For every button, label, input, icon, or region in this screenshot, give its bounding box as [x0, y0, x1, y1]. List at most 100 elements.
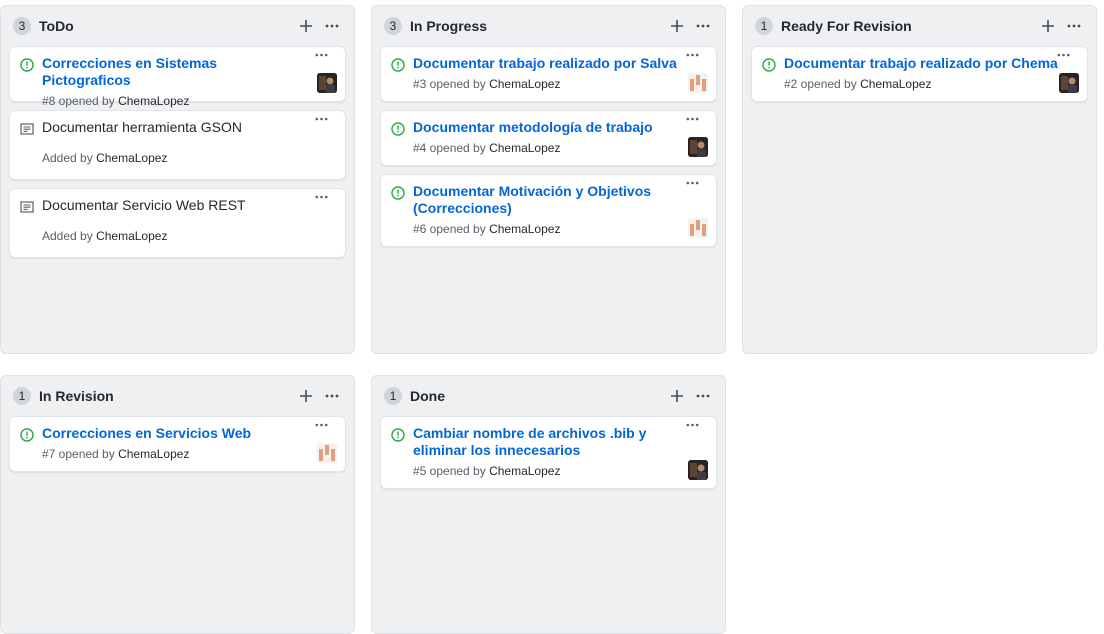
column-done: 1 Done Cambiar nombre de archivos .bib y… — [371, 375, 726, 634]
issue-opened-icon — [20, 428, 34, 442]
card-title-link[interactable]: Documentar trabajo realizado por Salva — [413, 55, 680, 72]
column-in-progress: 3 In Progress Documentar trabajo realiza… — [371, 5, 726, 354]
card-menu-button[interactable] — [311, 195, 331, 207]
column-count-badge: 1 — [384, 387, 402, 405]
kebab-horizontal-icon — [1067, 24, 1081, 28]
column-title: Done — [410, 388, 445, 404]
card-meta: #6 opened by ChemaLopez — [413, 221, 680, 237]
card-number: #6 opened by — [413, 222, 486, 236]
issue-card[interactable]: Documentar Motivación y Objetivos (Corre… — [380, 174, 717, 247]
card-menu-button[interactable] — [682, 423, 702, 435]
issue-card[interactable]: Documentar trabajo realizado por Chema #… — [751, 46, 1088, 102]
avatar[interactable] — [317, 73, 337, 93]
card-number: #2 opened by — [784, 77, 857, 91]
issue-opened-icon — [391, 58, 405, 72]
card-menu-button[interactable] — [682, 117, 702, 129]
card-title: Documentar herramienta GSON — [42, 119, 242, 135]
add-card-button[interactable] — [665, 14, 689, 38]
card-meta: Added by ChemaLopez — [42, 228, 309, 244]
kebab-horizontal-icon — [315, 53, 327, 57]
issue-card[interactable]: Correcciones en Sistemas Pictograficos #… — [9, 46, 346, 108]
column-menu-button[interactable] — [1062, 14, 1086, 38]
card-number: #4 opened by — [413, 141, 486, 155]
kebab-horizontal-icon — [315, 117, 327, 121]
issue-opened-icon — [391, 122, 405, 136]
card-title-link[interactable]: Documentar trabajo realizado por Chema — [784, 55, 1058, 72]
column-title: ToDo — [39, 18, 74, 34]
card-number: #5 opened by — [413, 464, 486, 478]
card-meta: #8 opened by ChemaLopez — [42, 93, 309, 109]
avatar[interactable] — [688, 460, 708, 480]
kebab-horizontal-icon — [686, 117, 698, 121]
card-author-link[interactable]: ChemaLopez — [489, 141, 560, 155]
column-menu-button[interactable] — [320, 384, 344, 408]
kebab-horizontal-icon — [315, 423, 327, 427]
column-header: 3 ToDo — [1, 6, 354, 46]
issue-opened-icon — [391, 428, 405, 442]
column-count-badge: 3 — [384, 17, 402, 35]
add-card-button[interactable] — [665, 384, 689, 408]
card-number: #7 opened by — [42, 447, 115, 461]
card-author-link[interactable]: ChemaLopez — [489, 77, 560, 91]
issue-opened-icon — [391, 186, 405, 200]
card-meta: #3 opened by ChemaLopez — [413, 76, 680, 92]
column-menu-button[interactable] — [691, 14, 715, 38]
card-title-link[interactable]: Correcciones en Servicios Web — [42, 425, 309, 442]
column-menu-button[interactable] — [691, 384, 715, 408]
column-count-badge: 1 — [13, 387, 31, 405]
plus-icon — [300, 390, 312, 402]
column-in-revision: 1 In Revision Correcciones en Servicios … — [0, 375, 355, 634]
issue-card[interactable]: Documentar metodología de trabajo #4 ope… — [380, 110, 717, 166]
column-count-badge: 3 — [13, 17, 31, 35]
card-meta: #4 opened by ChemaLopez — [413, 140, 680, 156]
card-title-link[interactable]: Documentar metodología de trabajo — [413, 119, 680, 136]
kebab-horizontal-icon — [325, 24, 339, 28]
avatar[interactable] — [317, 443, 337, 463]
card-author-link[interactable]: ChemaLopez — [118, 94, 189, 108]
column-title: In Progress — [410, 18, 488, 34]
issue-card[interactable]: Correcciones en Servicios Web #7 opened … — [9, 416, 346, 472]
column-menu-button[interactable] — [320, 14, 344, 38]
avatar[interactable] — [1059, 73, 1079, 93]
card-menu-button[interactable] — [682, 53, 702, 65]
card-title-link[interactable]: Cambiar nombre de archivos .bib y elimin… — [413, 425, 680, 459]
column-todo: 3 ToDo Correcciones en Sistemas Pictogra… — [0, 5, 355, 354]
kebab-horizontal-icon — [696, 24, 710, 28]
add-card-button[interactable] — [294, 384, 318, 408]
note-card[interactable]: Documentar herramienta GSON Added by Che… — [9, 110, 346, 180]
card-menu-button[interactable] — [682, 181, 702, 193]
add-card-button[interactable] — [1036, 14, 1060, 38]
column-count-badge: 1 — [755, 17, 773, 35]
column-header: 1 Done — [372, 376, 725, 416]
card-author-link[interactable]: ChemaLopez — [96, 229, 167, 243]
card-author-link[interactable]: ChemaLopez — [489, 222, 560, 236]
card-author-link[interactable]: ChemaLopez — [489, 464, 560, 478]
card-title: Documentar Servicio Web REST — [42, 197, 246, 213]
note-card[interactable]: Documentar Servicio Web REST Added by Ch… — [9, 188, 346, 258]
card-meta: #5 opened by ChemaLopez — [413, 463, 680, 479]
issue-card[interactable]: Documentar trabajo realizado por Salva #… — [380, 46, 717, 102]
plus-icon — [1042, 20, 1054, 32]
kebab-horizontal-icon — [686, 181, 698, 185]
card-menu-button[interactable] — [1053, 53, 1073, 65]
plus-icon — [671, 390, 683, 402]
kebab-horizontal-icon — [686, 423, 698, 427]
column-header: 3 In Progress — [372, 6, 725, 46]
card-author-link[interactable]: ChemaLopez — [860, 77, 931, 91]
card-author-link[interactable]: ChemaLopez — [118, 447, 189, 461]
issue-card[interactable]: Cambiar nombre de archivos .bib y elimin… — [380, 416, 717, 489]
card-author-link[interactable]: ChemaLopez — [96, 151, 167, 165]
card-title-link[interactable]: Correcciones en Sistemas Pictograficos — [42, 55, 309, 89]
kebab-horizontal-icon — [325, 394, 339, 398]
avatar[interactable] — [688, 218, 708, 238]
card-menu-button[interactable] — [311, 53, 331, 65]
avatar[interactable] — [688, 73, 708, 93]
add-card-button[interactable] — [294, 14, 318, 38]
avatar[interactable] — [688, 137, 708, 157]
kebab-horizontal-icon — [1057, 53, 1069, 57]
card-menu-button[interactable] — [311, 423, 331, 435]
kebab-horizontal-icon — [686, 53, 698, 57]
card-menu-button[interactable] — [311, 117, 331, 129]
card-title-link[interactable]: Documentar Motivación y Objetivos (Corre… — [413, 183, 680, 217]
column-header: 1 Ready For Revision — [743, 6, 1096, 46]
